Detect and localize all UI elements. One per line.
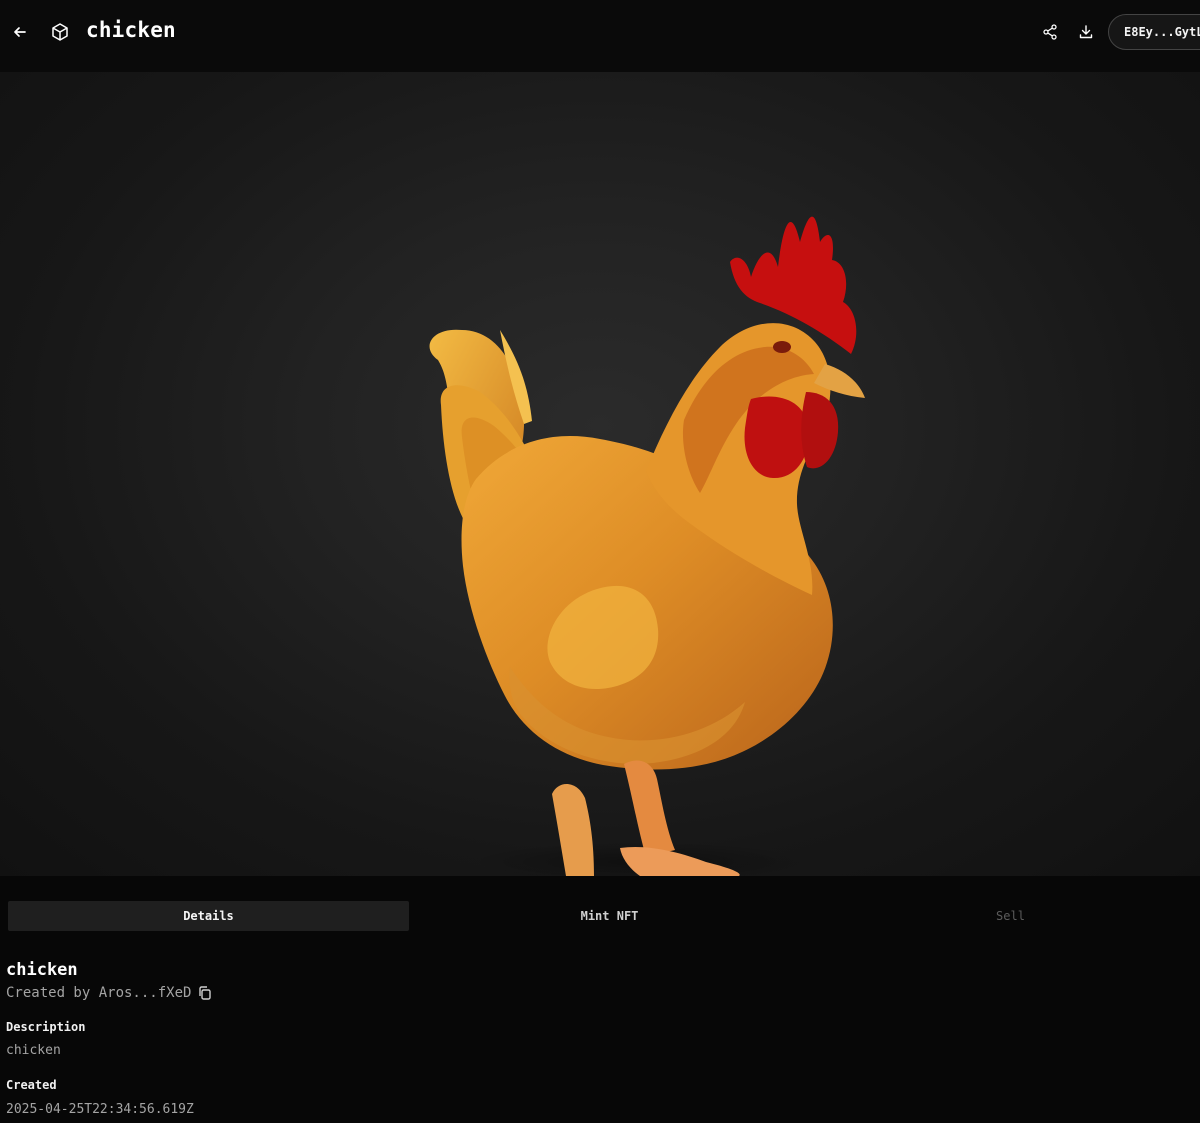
- item-title: chicken: [6, 960, 78, 980]
- created-by-text: Created by Aros...fXeD: [6, 985, 192, 1001]
- share-icon[interactable]: [1038, 20, 1062, 44]
- cube-icon: [49, 20, 71, 44]
- details-panel: Details Mint NFT Sell chicken Created by…: [0, 876, 1200, 1123]
- creator-line: Created by Aros...fXeD: [6, 985, 213, 1001]
- chicken-model: [429, 216, 865, 876]
- description-value: chicken: [6, 1043, 61, 1058]
- tab-sell: Sell: [996, 909, 1025, 923]
- tab-mint-nft[interactable]: Mint NFT: [409, 901, 810, 931]
- tab-list: Details Mint NFT Sell: [8, 901, 1200, 931]
- page-title: chicken: [86, 18, 176, 42]
- arrow-left-icon[interactable]: [8, 20, 32, 44]
- created-value: 2025-04-25T22:34:56.619Z: [6, 1102, 194, 1117]
- model-viewer[interactable]: [0, 72, 1200, 876]
- model-detail-page: chicken E8Ey...GytL Details Mint NFT Sel…: [0, 0, 1200, 1123]
- created-label: Created: [6, 1078, 57, 1092]
- top-bar: chicken E8Ey...GytL: [0, 0, 1200, 72]
- wallet-button[interactable]: E8Ey...GytL: [1108, 14, 1200, 50]
- description-label: Description: [6, 1020, 86, 1034]
- tab-details[interactable]: Details: [8, 901, 409, 931]
- copy-icon[interactable]: [197, 985, 213, 1001]
- download-icon[interactable]: [1074, 20, 1098, 44]
